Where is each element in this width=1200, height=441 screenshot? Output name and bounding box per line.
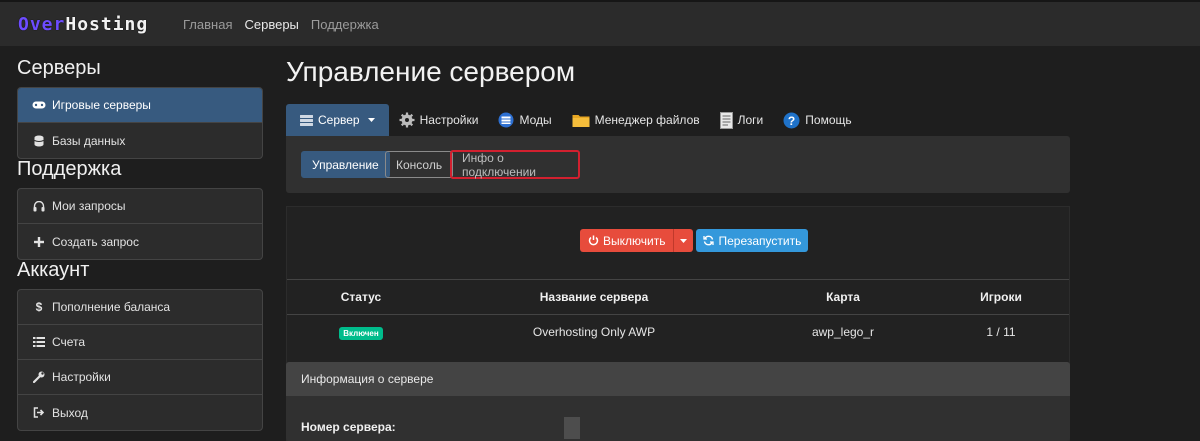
folder-icon — [572, 113, 590, 128]
table-row: Включен Overhosting Only AWP awp_lego_r … — [287, 315, 1069, 349]
main-tabs: Сервер Настройки Моды Менеджер файлов Ло… — [286, 104, 862, 136]
nav-links: Главная Серверы Поддержка — [183, 17, 391, 32]
sidebar-heading-servers: Серверы — [17, 57, 101, 79]
refresh-icon — [703, 235, 715, 246]
manage-button[interactable]: Управление — [301, 151, 390, 178]
sidebar-item-create-request[interactable]: Создать запрос — [18, 224, 262, 259]
sidebar-item-top-up-balance[interactable]: $ Пополнение баланса — [18, 290, 262, 325]
sidebar-item-my-requests[interactable]: Мои запросы — [18, 189, 262, 224]
server-number-value-redacted — [564, 417, 580, 439]
mods-icon — [498, 112, 514, 128]
gear-icon — [399, 112, 415, 128]
map-cell: awp_lego_r — [811, 325, 875, 339]
server-actions: Выключить Перезапустить — [580, 229, 809, 252]
sidebar-group-account: $ Пополнение баланса Счета Настройки Вых… — [17, 289, 263, 431]
sidebar-item-game-servers[interactable]: Игровые серверы — [18, 88, 262, 123]
nav-link-servers[interactable]: Серверы — [244, 17, 298, 32]
caret-down-icon — [680, 238, 688, 243]
sidebar-group-servers: Игровые серверы Базы данных — [17, 87, 263, 159]
sidebar-item-label: Выход — [52, 405, 88, 420]
sidebar-item-label: Счета — [52, 335, 86, 349]
tab-logs[interactable]: Логи — [710, 104, 774, 136]
wrench-icon — [32, 371, 46, 383]
server-name-cell: Overhosting Only AWP — [532, 325, 656, 339]
sidebar-item-label: Настройки — [52, 370, 111, 384]
server-number-label: Номер сервера: — [301, 420, 396, 434]
brand-rest: Hosting — [65, 13, 149, 35]
table-header-row: Статус Название сервера Карта Игроки — [287, 279, 1069, 315]
list-icon — [32, 337, 46, 347]
tab-settings[interactable]: Настройки — [389, 104, 489, 136]
brand-logo[interactable]: Over Hosting — [18, 13, 162, 35]
server-info-title: Информация о сервере — [286, 362, 1070, 396]
col-players-header: Игроки — [980, 290, 1022, 304]
stop-button[interactable]: Выключить — [580, 229, 674, 252]
tab-label: Менеджер файлов — [594, 113, 700, 127]
gamepad-icon — [32, 100, 46, 110]
tab-label: Моды — [519, 113, 552, 127]
sidebar-heading-account: Аккаунт — [17, 259, 90, 281]
connection-info-button[interactable]: Инфо о подключении — [450, 150, 580, 179]
dollar-icon: $ — [35, 300, 43, 314]
tab-mods[interactable]: Моды — [488, 104, 561, 136]
help-icon: ? — [783, 112, 800, 129]
server-status-table: Статус Название сервера Карта Игроки Вкл… — [287, 279, 1069, 349]
sidebar-item-label: Игровые серверы — [52, 98, 151, 112]
sidebar-group-support: Мои запросы Создать запрос — [17, 188, 263, 260]
sidebar-item-settings[interactable]: Настройки — [18, 360, 262, 395]
sidebar-item-label: Базы данных — [52, 133, 126, 148]
restart-label: Перезапустить — [718, 233, 802, 248]
console-button[interactable]: Консоль — [385, 151, 454, 178]
stop-dropdown-toggle[interactable] — [673, 229, 694, 252]
stop-label: Выключить — [603, 233, 666, 248]
sidebar-item-label: Пополнение баланса — [52, 300, 171, 314]
headset-icon — [32, 200, 46, 212]
sign-out-icon — [32, 407, 46, 418]
tab-label: Настройки — [419, 113, 479, 127]
players-cell: 1 / 11 — [986, 325, 1016, 339]
document-icon — [719, 111, 733, 129]
nav-link-support[interactable]: Поддержка — [311, 17, 379, 32]
restart-button[interactable]: Перезапустить — [696, 229, 809, 252]
col-map-header: Карта — [826, 290, 860, 304]
plus-icon — [32, 236, 46, 247]
tab-label: Сервер — [318, 113, 360, 127]
sidebar-item-label: Мои запросы — [52, 199, 126, 213]
database-icon — [32, 135, 46, 147]
tab-label: Логи — [737, 113, 764, 127]
power-icon — [588, 235, 599, 246]
caret-down-icon — [367, 118, 375, 122]
tab-label: Помощь — [805, 113, 852, 127]
tab-help[interactable]: ? Помощь — [773, 104, 861, 136]
tab-file-manager[interactable]: Менеджер файлов — [562, 104, 710, 136]
status-cell: Включен — [287, 325, 435, 340]
sidebar-item-label: Создать запрос — [52, 234, 139, 249]
col-name-header: Название сервера — [539, 290, 649, 304]
col-status-header: Статус — [340, 290, 382, 304]
navbar: Over Hosting Главная Серверы Поддержка — [0, 0, 1200, 46]
svg-text:?: ? — [788, 114, 795, 128]
sidebar-heading-support: Поддержка — [17, 158, 122, 180]
nav-link-home[interactable]: Главная — [183, 17, 232, 32]
server-icon — [300, 114, 313, 126]
sidebar-item-invoices[interactable]: Счета — [18, 325, 262, 360]
server-info-card: Информация о сервере Номер сервера: — [286, 362, 1070, 441]
page-title: Управление сервером — [286, 56, 576, 87]
sidebar-item-databases[interactable]: Базы данных — [18, 123, 262, 158]
brand-accent: Over — [18, 13, 66, 35]
sidebar-item-logout[interactable]: Выход — [18, 395, 262, 430]
server-subnav-panel: Управление Консоль Инфо о подключении — [286, 136, 1070, 193]
status-badge: Включен — [339, 326, 383, 340]
tab-server[interactable]: Сервер — [286, 104, 389, 136]
